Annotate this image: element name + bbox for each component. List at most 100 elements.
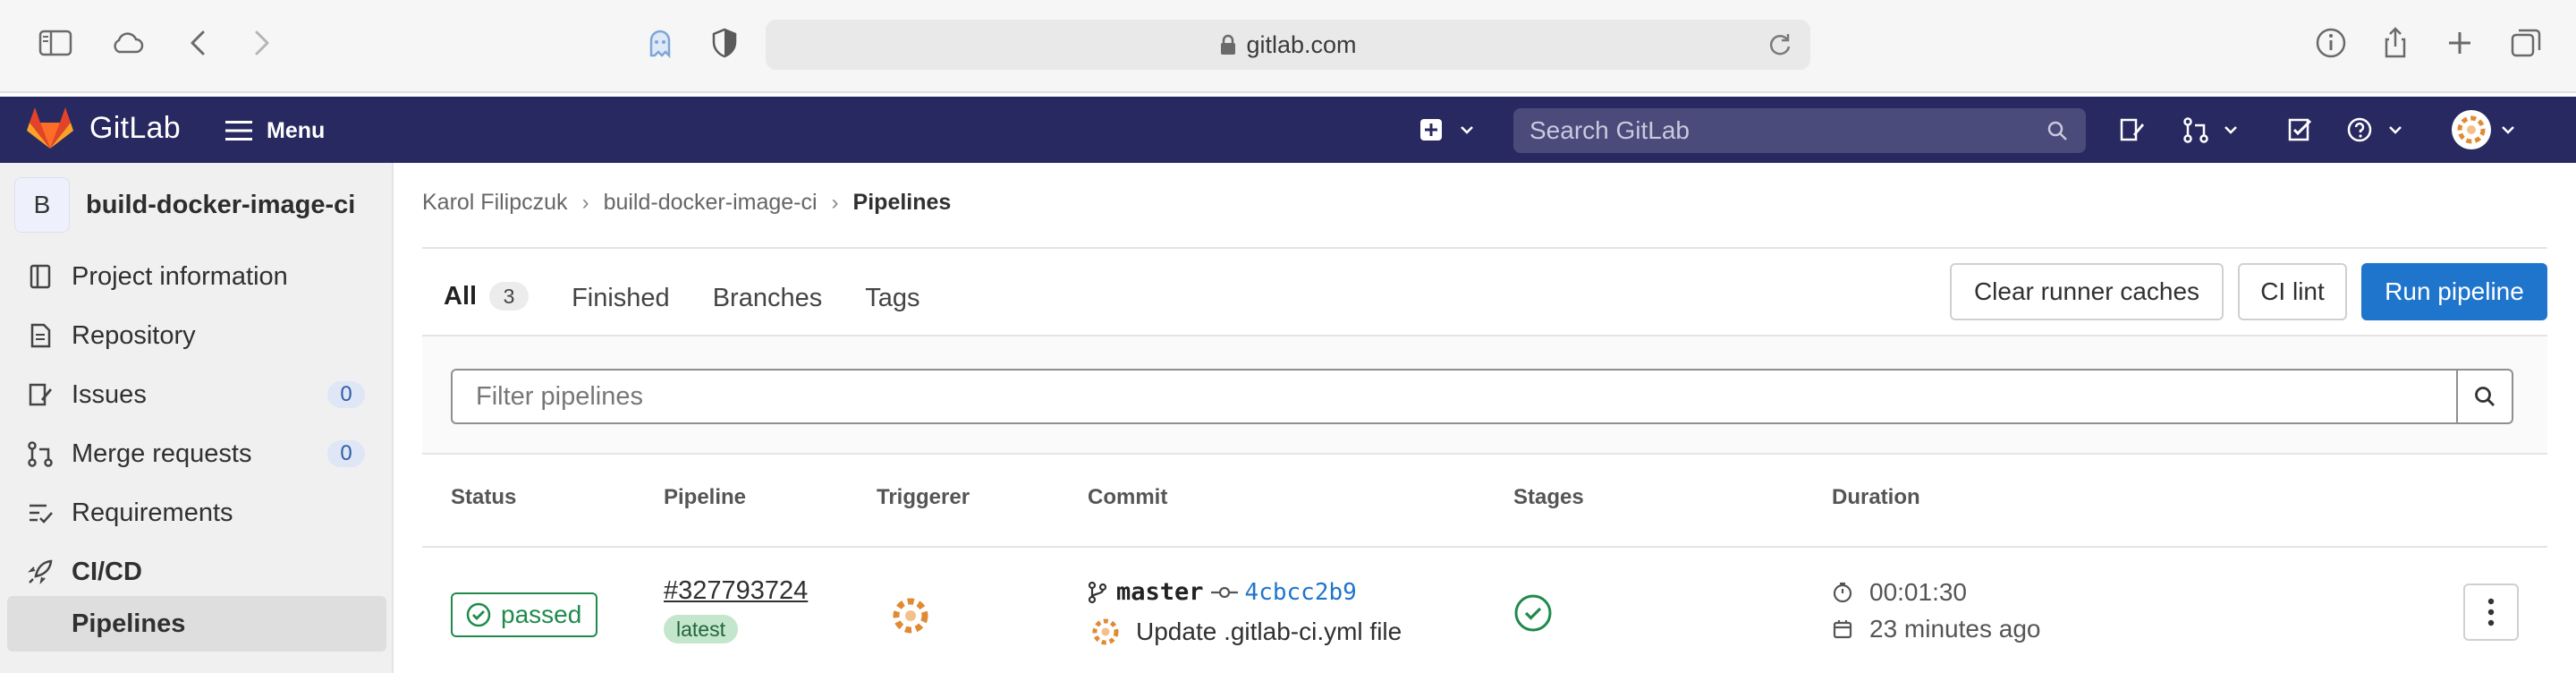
new-tab-icon[interactable] — [2436, 20, 2483, 66]
stage-passed-icon[interactable] — [1513, 593, 1553, 633]
chevron-right-icon: › — [581, 190, 589, 215]
shield-icon[interactable] — [701, 20, 748, 66]
project-name: build-docker-image-ci — [86, 190, 356, 219]
column-header-commit: Commit — [1088, 485, 1168, 509]
filter-search-button[interactable] — [2458, 369, 2513, 424]
merge-request-icon — [28, 441, 53, 467]
status-badge[interactable]: passed — [451, 592, 598, 637]
issues-icon — [29, 383, 52, 406]
tabs-overview-icon[interactable] — [2503, 20, 2549, 66]
sidebar-subitem-pipelines[interactable]: Pipelines — [7, 596, 386, 652]
commit-author-avatar[interactable] — [1088, 614, 1123, 650]
tab-label: Tags — [865, 283, 920, 312]
project-avatar: B — [14, 177, 70, 233]
help-icon — [2347, 117, 2402, 142]
gitlab-home-link[interactable]: GitLab — [27, 106, 181, 150]
cloud-icon[interactable] — [104, 20, 150, 66]
kebab-menu-icon — [2487, 598, 2495, 626]
todos-nav-icon[interactable] — [2286, 109, 2313, 150]
menu-label: Menu — [267, 117, 326, 143]
ci-lint-button[interactable]: CI lint — [2238, 263, 2347, 320]
sidebar-item-label: Issues — [72, 379, 147, 409]
brand-name: GitLab — [89, 110, 181, 145]
main-content: Karol Filipczuk › build-docker-image-ci … — [394, 163, 2576, 673]
column-header-status: Status — [451, 485, 517, 509]
clear-runner-caches-button[interactable]: Clear runner caches — [1950, 263, 2224, 320]
info-icon[interactable] — [2308, 20, 2354, 66]
plus-square-icon — [1420, 119, 1473, 141]
commit-message-link[interactable]: Update .gitlab-ci.yml file — [1136, 618, 1402, 646]
issues-nav-icon[interactable] — [2118, 109, 2145, 150]
timer-icon — [1833, 582, 1852, 603]
check-circle-icon — [466, 602, 491, 627]
sidebar-item-label: Merge requests — [72, 439, 252, 468]
chevron-right-icon: › — [831, 190, 839, 215]
column-header-duration: Duration — [1832, 485, 1920, 509]
sidebar-item-label: Requirements — [72, 498, 233, 527]
sidebar-item-ci-cd[interactable]: CI/CD — [27, 549, 376, 594]
triggerer-avatar[interactable] — [887, 592, 934, 639]
branch-name-link[interactable]: master — [1116, 578, 1204, 606]
gitlab-logo-icon — [27, 107, 73, 149]
commit-icon — [1210, 586, 1238, 598]
breadcrumb-project-link[interactable]: build-docker-image-ci — [604, 190, 818, 216]
project-info-icon — [30, 264, 51, 289]
pipeline-finished-time: 23 minutes ago — [1832, 615, 2040, 643]
ghost-extension-icon[interactable] — [637, 20, 683, 66]
pipeline-duration: 00:01:30 — [1832, 578, 1967, 607]
tab-label: Branches — [712, 283, 823, 312]
user-menu-dropdown[interactable] — [2451, 109, 2522, 150]
divider — [422, 546, 2547, 548]
help-dropdown[interactable] — [2347, 109, 2410, 150]
pipeline-tabs: All 3 Finished Branches Tags — [422, 249, 941, 347]
sidebar-item-project-information[interactable]: Project information — [27, 254, 376, 299]
search-icon — [2475, 387, 2495, 406]
requirements-icon — [30, 504, 53, 524]
reload-icon[interactable] — [1766, 30, 1794, 59]
search-icon — [2047, 121, 2067, 141]
sidebar-item-label: Project information — [72, 261, 288, 291]
filter-pipelines-input[interactable]: Filter pipelines — [451, 369, 2458, 424]
create-new-dropdown[interactable] — [1419, 109, 1481, 150]
forward-icon[interactable] — [238, 20, 284, 66]
finished-time-value: 23 minutes ago — [1869, 615, 2041, 643]
menu-button[interactable]: Menu — [225, 111, 325, 150]
share-icon[interactable] — [2372, 20, 2419, 66]
sidebar-item-merge-requests[interactable]: Merge requests 0 — [27, 431, 376, 476]
tab-branches[interactable]: Branches — [691, 249, 844, 347]
tab-finished[interactable]: Finished — [550, 249, 691, 347]
commit-ref: master 4cbcc2b9 — [1088, 578, 1357, 606]
sidebar-item-issues[interactable]: Issues 0 — [27, 372, 376, 417]
sidebar-item-label: Repository — [72, 320, 196, 350]
tab-tags[interactable]: Tags — [843, 249, 941, 347]
run-pipeline-button[interactable]: Run pipeline — [2361, 263, 2547, 320]
user-avatar-icon — [2452, 110, 2514, 149]
column-header-pipeline: Pipeline — [664, 485, 747, 509]
project-header-link[interactable]: B build-docker-image-ci — [14, 177, 355, 233]
sidebar-toggle-icon[interactable] — [32, 20, 79, 66]
rocket-icon — [27, 559, 53, 585]
merge-requests-nav-icon[interactable] — [2182, 109, 2245, 150]
breadcrumb-owner-link[interactable]: Karol Filipczuk — [422, 190, 568, 216]
url-text: gitlab.com — [1246, 30, 1357, 58]
search-input[interactable]: Search GitLab — [1513, 108, 2086, 153]
address-bar[interactable]: gitlab.com — [766, 20, 1810, 70]
branch-icon — [1088, 581, 1107, 603]
duration-value: 00:01:30 — [1869, 578, 1967, 606]
back-icon[interactable] — [175, 20, 222, 66]
pipeline-actions-button[interactable] — [2463, 584, 2519, 641]
column-header-triggerer: Triggerer — [877, 485, 970, 509]
sidebar-item-repository[interactable]: Repository — [27, 313, 376, 358]
hamburger-icon — [225, 121, 252, 141]
search-placeholder: Search GitLab — [1530, 116, 1690, 144]
issues-count-badge: 0 — [327, 381, 365, 408]
status-label: passed — [501, 601, 582, 628]
pipeline-id-link[interactable]: #327793724 — [664, 576, 808, 606]
merge-requests-count-badge: 0 — [327, 440, 365, 467]
sidebar-item-requirements[interactable]: Requirements — [27, 490, 376, 535]
commit-message-row: Update .gitlab-ci.yml file — [1088, 614, 1402, 650]
breadcrumb-current[interactable]: Pipelines — [853, 190, 952, 216]
latest-badge: latest — [664, 615, 738, 643]
commit-sha-link[interactable]: 4cbcc2b9 — [1245, 579, 1357, 606]
tab-all[interactable]: All 3 — [422, 249, 551, 347]
